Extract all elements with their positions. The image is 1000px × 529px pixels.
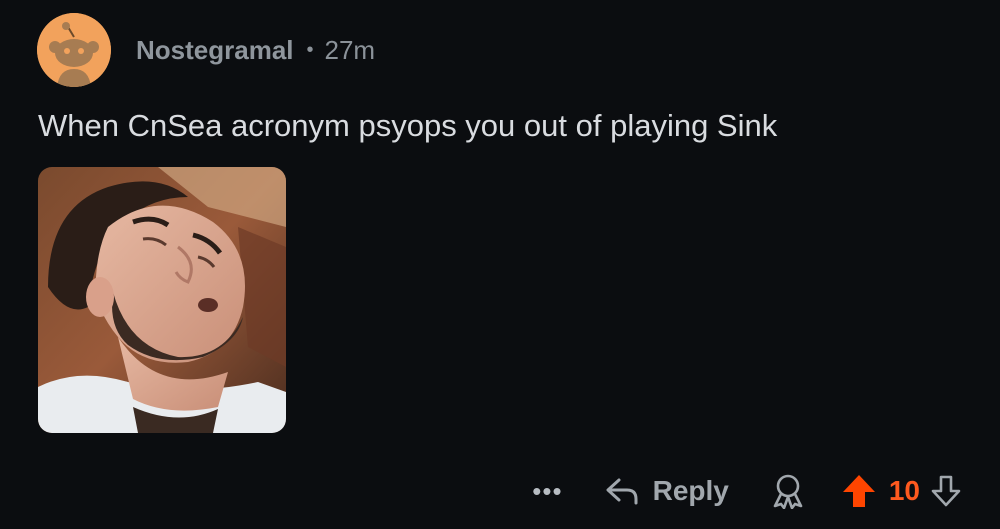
reply-button[interactable]: Reply: [605, 475, 729, 507]
meta-separator: •: [306, 38, 314, 61]
award-icon: [773, 474, 803, 509]
vote-group: 10: [841, 473, 962, 509]
comment-body: When CnSea acronym psyops you out of pla…: [38, 108, 778, 143]
comment-image[interactable]: [38, 167, 286, 433]
reaction-image: [38, 167, 286, 433]
comment-actions: ••• Reply 10: [532, 465, 962, 517]
author-username[interactable]: Nostegramal: [136, 35, 294, 66]
upvote-arrow-icon: [842, 475, 875, 507]
timestamp: 27m: [324, 34, 376, 65]
comment-meta: Nostegramal • 27m: [136, 35, 375, 66]
more-options-button[interactable]: •••: [532, 478, 562, 504]
comment-header: Nostegramal • 27m: [37, 13, 375, 87]
avatar[interactable]: [37, 13, 111, 87]
snoo-avatar-icon: [37, 13, 111, 87]
award-button[interactable]: [771, 473, 805, 509]
reply-arrow-icon: [606, 478, 638, 505]
downvote-arrow-icon: [931, 475, 961, 507]
downvote-button[interactable]: [930, 474, 962, 508]
reply-label: Reply: [652, 475, 729, 506]
upvote-button[interactable]: [841, 473, 877, 509]
vote-score: 10: [888, 475, 920, 506]
